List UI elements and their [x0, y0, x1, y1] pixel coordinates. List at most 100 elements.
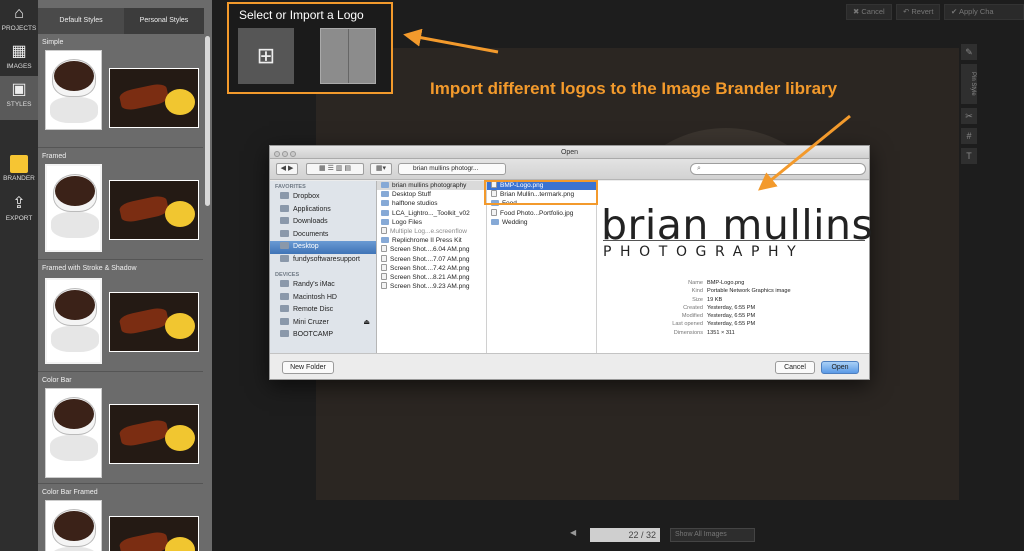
logo-preview-name: brian mullins — [601, 201, 874, 249]
style-simple[interactable]: Simple — [38, 36, 203, 130]
info-row: Last opened Yesterday, 6:55 PM — [672, 321, 756, 328]
thumb-dessert — [45, 164, 102, 252]
dialog-body: FAVORITES Dropbox Applications Downloads… — [270, 181, 873, 353]
thumb-food — [109, 180, 199, 240]
sidebar-heading: FAVORITES — [275, 184, 306, 190]
info-row: Name BMP-Logo.png — [688, 280, 745, 286]
column-2: BMP-Logo.png Brian Mullin...termark.png … — [487, 181, 597, 353]
apply-button[interactable]: ✔ Apply Cha — [944, 4, 1024, 20]
sidebar-item[interactable]: Desktop — [270, 241, 376, 254]
thumb-dessert — [45, 278, 102, 364]
info-row: Dimensions 1351 × 311 — [673, 329, 735, 336]
style-framed[interactable]: Framed — [38, 150, 203, 252]
list-item[interactable]: LCA_Lightro..._Toolkit_v02 — [377, 209, 486, 218]
check-icon: ✔ — [951, 7, 959, 16]
export-icon: ⇪ — [12, 195, 26, 212]
list-item[interactable]: brian mullins photography — [377, 181, 486, 191]
info-row: Created Yesterday, 6:55 PM — [683, 304, 756, 311]
arrange-button[interactable]: ▦▾ — [370, 163, 392, 175]
revert-button[interactable]: ↶ Revert — [896, 4, 941, 20]
list-item[interactable]: Screen Shot....7.42 AM.png — [377, 263, 486, 273]
thumb-food — [109, 292, 199, 352]
tab-personal-styles[interactable]: Personal Styles — [124, 8, 204, 34]
eject-icon[interactable]: ⏏ — [363, 317, 370, 330]
sidebar-item[interactable]: BOOTCAMP — [270, 329, 376, 342]
sidebar-item[interactable]: Downloads — [270, 216, 376, 229]
sidebar-heading: DEVICES — [275, 272, 300, 278]
style-color-bar[interactable]: Color Bar — [38, 374, 203, 478]
revert-label: Revert — [911, 7, 934, 16]
styles-icon: ▣ — [11, 81, 27, 98]
back-forward-button[interactable]: ◀ ▶ — [276, 163, 298, 175]
rail-styles[interactable]: ▣ STYLES — [0, 76, 38, 120]
view-mode-buttons[interactable]: ▦ ☰ ▥ ▤ — [306, 163, 364, 175]
divider — [38, 371, 203, 372]
logo-picker: Select or Import a Logo ⊞ — [227, 2, 393, 94]
cancel-button[interactable]: ✖ Cancel — [846, 4, 892, 20]
dialog-title: Open — [560, 149, 579, 156]
pin-icon[interactable]: ✎ — [961, 44, 977, 60]
images-icon: ▦ — [11, 43, 27, 60]
list-item[interactable]: halftone studios — [377, 199, 486, 208]
sidebar-item[interactable]: Remote Disc — [270, 304, 376, 317]
wrench-icon[interactable]: ✂ — [961, 108, 977, 124]
rail-label: EXPORT — [5, 215, 33, 222]
rail-export[interactable]: ⇪ EXPORT — [0, 190, 38, 246]
logo-preview-subtitle: PHOTOGRAPHY — [603, 244, 805, 260]
style-label: Color Bar Framed — [42, 489, 98, 496]
info-row: Modified Yesterday, 6:55 PM — [681, 313, 756, 320]
open-button[interactable]: Open — [821, 361, 859, 374]
list-item[interactable]: Screen Shot....6.04 AM.png — [377, 245, 486, 254]
list-item[interactable]: Desktop Stuff — [377, 190, 486, 199]
sidebar-item[interactable]: Mini Cruzer ⏏ — [270, 317, 376, 330]
rail-label: PROJECTS — [1, 25, 37, 32]
search-input[interactable]: ⌕ — [690, 163, 866, 175]
grid-icon[interactable]: # — [961, 128, 977, 144]
style-framed-stroke-shadow[interactable]: Framed with Stroke & Shadow — [38, 262, 203, 364]
callout-text: Import different logos to the Image Bran… — [430, 79, 838, 98]
divider — [38, 147, 203, 148]
list-item[interactable]: Multiple Log...e.screenflow — [377, 226, 486, 236]
logo-picker-title: Select or Import a Logo — [239, 8, 364, 22]
dialog-toolbar: ◀ ▶ ▦ ☰ ▥ ▤ ▦▾ brian mullins photogr... … — [270, 159, 869, 180]
logo-slot[interactable] — [320, 28, 376, 84]
path-dropdown[interactable]: brian mullins photogr... — [398, 163, 506, 175]
list-item[interactable]: Screen Shot....9.23 AM.png — [377, 282, 486, 291]
thumb-food — [109, 68, 199, 128]
sidebar-item[interactable]: fundysoftwaresupport — [270, 254, 376, 267]
sidebar-item[interactable]: Randy's iMac — [270, 279, 376, 292]
sidebar-item[interactable]: Macintosh HD — [270, 292, 376, 305]
list-item[interactable]: Logo Files — [377, 218, 486, 227]
list-item[interactable]: Replichrome II Press Kit — [377, 236, 486, 245]
list-item[interactable]: Food Photo...Portfolio.jpg — [487, 208, 596, 218]
thumb-dessert — [45, 388, 102, 478]
dialog-sidebar: FAVORITES Dropbox Applications Downloads… — [270, 181, 377, 353]
list-item[interactable]: Screen Shot....7.07 AM.png — [377, 254, 486, 264]
rail-label: IMAGES — [6, 63, 32, 70]
thumb-dessert — [45, 500, 102, 551]
search-icon: ⌕ — [697, 165, 701, 172]
import-logo-button[interactable]: ⊞ — [238, 28, 294, 84]
list-item[interactable]: Wedding — [487, 218, 596, 227]
sidebar-item[interactable]: Dropbox — [270, 191, 376, 204]
apply-label: Apply Cha — [958, 7, 994, 16]
tab-default-styles[interactable]: Default Styles — [38, 8, 124, 34]
app-window: ⌂ PROJECTS ▦ IMAGES ▣ STYLES BRANDER ⇪ E… — [0, 0, 1024, 551]
page-input[interactable]: 22 / 32 — [590, 528, 660, 542]
divider — [38, 483, 203, 484]
panel-scrollbar[interactable] — [205, 36, 210, 206]
sidebar-item[interactable]: Applications — [270, 204, 376, 217]
info-row: Size 19 KB — [692, 296, 723, 303]
new-folder-button[interactable]: New Folder — [282, 361, 334, 374]
filter-dropdown[interactable]: Show All Images — [670, 528, 755, 542]
text-icon[interactable]: T — [961, 148, 977, 164]
info-row: Kind Portable Network Graphics image — [691, 288, 791, 295]
pin-style-label: Pin Style — [961, 64, 977, 104]
style-color-bar-framed[interactable]: Color Bar Framed — [38, 486, 203, 551]
prev-icon[interactable]: ◀ — [570, 528, 576, 543]
logo-preview-rule — [603, 240, 865, 241]
list-item[interactable]: Screen Shot....8.21 AM.png — [377, 272, 486, 282]
sidebar-item[interactable]: Documents — [270, 229, 376, 242]
cancel-dialog-button[interactable]: Cancel — [775, 361, 815, 374]
side-tools: ✎ Pin Style ✂ # T — [961, 44, 977, 168]
